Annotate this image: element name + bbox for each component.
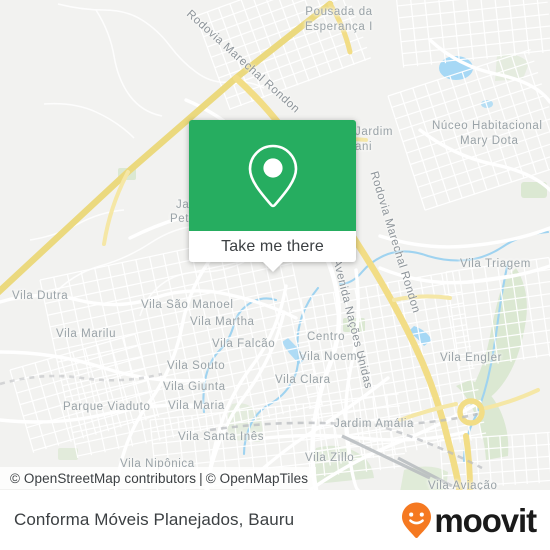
- openmaptiles-attribution-link[interactable]: © OpenMapTiles: [206, 471, 308, 486]
- moovit-logo[interactable]: moovit: [400, 501, 537, 539]
- callout-pointer-tail: [261, 261, 284, 272]
- moovit-wordmark: moovit: [434, 501, 537, 539]
- take-me-there-label: Take me there: [221, 237, 324, 255]
- attribution-separator: |: [199, 470, 203, 486]
- map-attribution: © OpenStreetMap contributors | © OpenMap…: [0, 467, 317, 489]
- map-pin-icon: [248, 144, 297, 207]
- callout-image-area: [189, 120, 356, 231]
- osm-attribution-link[interactable]: © OpenStreetMap contributors: [10, 471, 196, 486]
- moovit-map-screenshot: Pousada da Esperança I Núceo Habitacional…: [0, 0, 550, 550]
- take-me-there-button[interactable]: Take me there: [189, 231, 356, 272]
- bottom-info-bar: Conforma Móveis Planejados, Bauru moovit: [0, 490, 550, 550]
- moovit-pin-icon: [402, 502, 432, 539]
- map-canvas[interactable]: Pousada da Esperança I Núceo Habitacional…: [0, 0, 550, 490]
- location-callout[interactable]: Take me there: [189, 120, 356, 272]
- page-title: Conforma Móveis Planejados, Bauru: [14, 510, 295, 529]
